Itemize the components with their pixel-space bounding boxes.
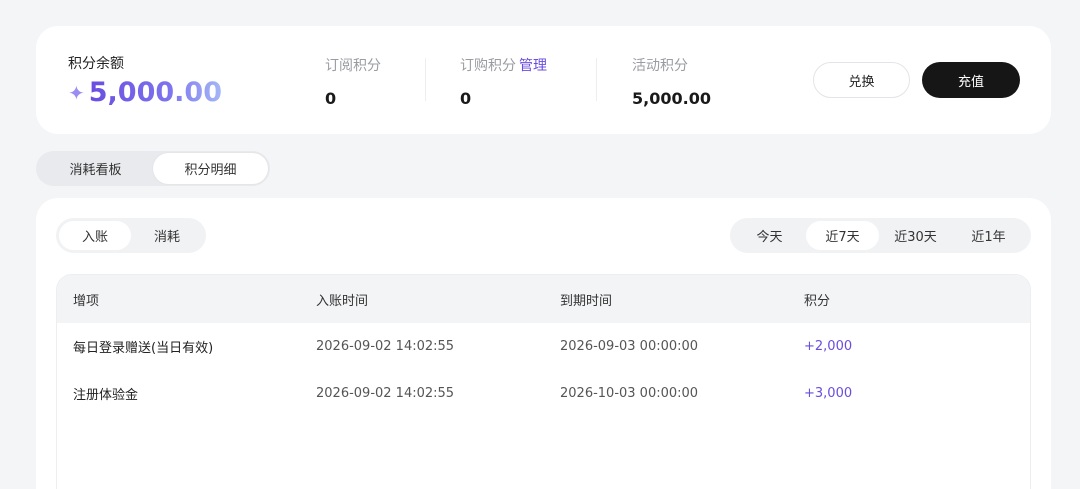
stat-label: 订阅积分 <box>325 58 381 74</box>
row-item: 每日登录赠送(当日有效) <box>73 341 214 356</box>
stat-value: 0 <box>460 89 472 108</box>
table-row: 每日登录赠送(当日有效) 2026-09-02 14:02:55 2026-09… <box>57 323 1030 370</box>
column-header-credited-time: 入账时间 <box>316 293 369 309</box>
recharge-button[interactable]: 充值 <box>922 62 1020 98</box>
purchase-points: 订购积分 管理 0 <box>460 55 547 108</box>
date-range-filter: 今天 近7天 近30天 近1年 <box>730 218 1031 253</box>
total-balance: 积分余额 ✦ 5,000.00 <box>68 53 222 106</box>
range-30-days[interactable]: 近30天 <box>879 221 952 250</box>
main-tabs: 消耗看板 积分明细 <box>36 151 270 186</box>
row-points: +2,000 <box>804 339 853 354</box>
balance-label: 积分余额 <box>68 56 124 72</box>
balance-card: 积分余额 ✦ 5,000.00 订阅积分 0 订购积分 管理 0 活动积分 5,0… <box>36 26 1051 134</box>
divider <box>596 58 597 101</box>
range-7-days[interactable]: 近7天 <box>806 221 879 250</box>
stat-label: 活动积分 <box>632 58 688 74</box>
table-row: 注册体验金 2026-09-02 14:02:55 2026-10-03 00:… <box>57 370 1030 417</box>
tab-consumption-board[interactable]: 消耗看板 <box>38 153 153 184</box>
column-header-expire-time: 到期时间 <box>560 293 613 309</box>
subscription-points: 订阅积分 0 <box>325 55 381 108</box>
balance-value: 5,000.00 <box>88 77 222 108</box>
range-1-year[interactable]: 近1年 <box>952 221 1025 250</box>
column-header-item: 增项 <box>73 293 100 309</box>
tab-consumption[interactable]: 消耗 <box>131 221 203 250</box>
manage-link[interactable]: 管理 <box>519 58 547 74</box>
sparkle-icon: ✦ <box>68 80 85 105</box>
row-credited-time: 2026-09-02 14:02:55 <box>316 339 455 354</box>
row-credited-time: 2026-09-02 14:02:55 <box>316 386 455 401</box>
tab-points-details[interactable]: 积分明细 <box>153 153 268 184</box>
activity-points: 活动积分 5,000.00 <box>632 55 711 108</box>
table-header: 增项 入账时间 到期时间 积分 <box>57 275 1030 323</box>
type-filter: 入账 消耗 <box>56 218 206 253</box>
row-expire-time: 2026-10-03 00:00:00 <box>560 386 699 401</box>
range-today[interactable]: 今天 <box>733 221 806 250</box>
row-points: +3,000 <box>804 386 853 401</box>
tab-income[interactable]: 入账 <box>59 221 131 250</box>
stat-value: 0 <box>325 89 337 108</box>
points-table: 增项 入账时间 到期时间 积分 每日登录赠送(当日有效) 2026-09-02 … <box>56 274 1031 489</box>
row-item: 注册体验金 <box>73 388 139 403</box>
divider <box>425 58 426 101</box>
row-expire-time: 2026-09-03 00:00:00 <box>560 339 699 354</box>
exchange-button[interactable]: 兑换 <box>813 62 910 98</box>
stat-value: 5,000.00 <box>632 89 711 108</box>
stat-label: 订购积分 <box>460 58 516 74</box>
points-detail-panel: 入账 消耗 今天 近7天 近30天 近1年 增项 入账时间 到期时间 积分 每日… <box>36 198 1051 489</box>
column-header-points: 积分 <box>804 293 831 309</box>
